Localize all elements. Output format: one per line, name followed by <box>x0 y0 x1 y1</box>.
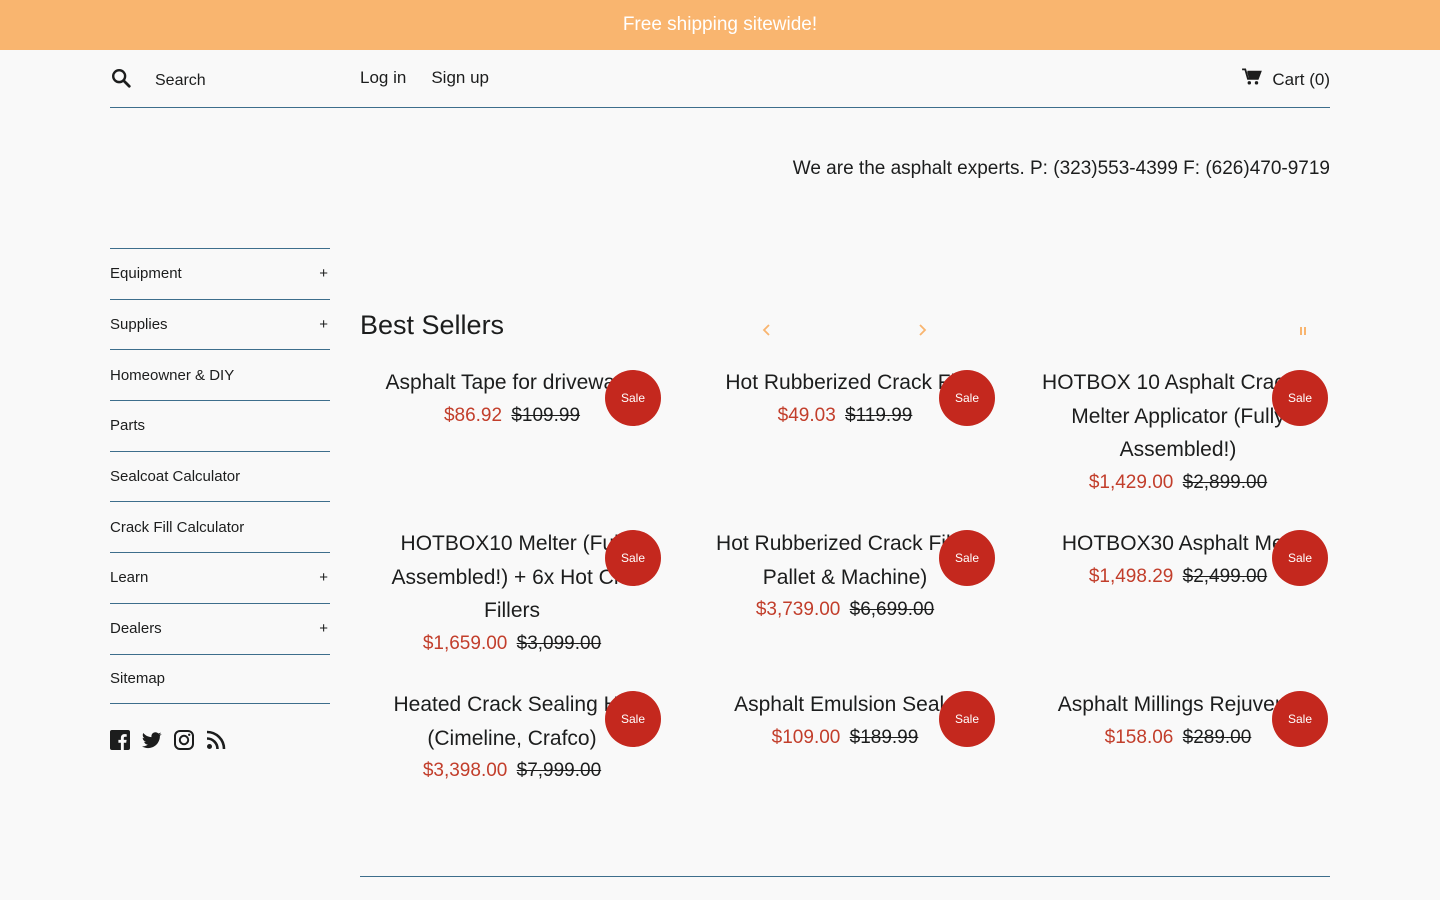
product-price: $1,659.00 $3,099.00 <box>362 628 662 660</box>
pause-icon[interactable] <box>1298 324 1308 336</box>
search-input[interactable] <box>155 71 335 90</box>
section-divider <box>360 876 1330 877</box>
product-price: $3,398.00 $7,999.00 <box>362 755 662 787</box>
original-price: $2,899.00 <box>1182 471 1268 493</box>
twitter-icon[interactable] <box>141 730 162 755</box>
expand-icon[interactable]: + <box>319 265 330 282</box>
sale-badge: Sale <box>1272 530 1328 586</box>
social-links <box>110 730 226 755</box>
original-price: $289.00 <box>1182 726 1252 748</box>
sidebar-item-parts[interactable]: Parts <box>110 400 330 451</box>
sale-badge: Sale <box>605 530 661 586</box>
site-header: Log in Sign up Cart (0) <box>110 50 1330 108</box>
sale-badge: Sale <box>1272 370 1328 426</box>
cart-link[interactable]: Cart (0) <box>1242 68 1330 91</box>
sidebar-item-dealers[interactable]: Dealers + <box>110 602 330 654</box>
sale-badge: Sale <box>939 370 995 426</box>
original-price: $189.99 <box>849 726 919 748</box>
original-price: $2,499.00 <box>1182 565 1268 587</box>
sidebar-item-label: Equipment <box>110 265 182 283</box>
search-icon[interactable] <box>110 67 132 94</box>
announcement-bar: Free shipping sitewide! <box>0 0 1440 50</box>
sale-badge: Sale <box>939 691 995 747</box>
sale-price: $49.03 <box>777 404 836 426</box>
store-tagline: We are the asphalt experts. P: (323)553-… <box>792 158 1330 179</box>
original-price: $7,999.00 <box>516 760 602 781</box>
search-form <box>110 67 335 94</box>
sale-price: $109.00 <box>771 726 841 748</box>
sidebar-item-equipment[interactable]: Equipment + <box>110 248 330 299</box>
cart-label: Cart (0) <box>1272 69 1330 89</box>
original-price: $119.99 <box>845 404 913 426</box>
sale-price: $1,429.00 <box>1088 471 1174 493</box>
expand-icon[interactable]: + <box>319 620 330 637</box>
expand-icon[interactable]: + <box>319 569 330 586</box>
login-link[interactable]: Log in <box>360 68 406 88</box>
rss-icon[interactable] <box>206 730 226 755</box>
cart-icon <box>1242 68 1263 91</box>
sidebar-item-label: Supplies <box>110 316 168 334</box>
chevron-right-icon[interactable] <box>915 322 929 338</box>
sidebar-item-label: Parts <box>110 417 146 435</box>
sidebar-item-crack-fill-calculator[interactable]: Crack Fill Calculator <box>110 501 330 552</box>
original-price: $6,699.00 <box>849 599 935 620</box>
sidebar-item-sitemap[interactable]: Sitemap <box>110 653 330 705</box>
sale-price: $3,398.00 <box>422 760 508 781</box>
facebook-icon[interactable] <box>110 730 130 755</box>
sidebar-item-sealcoat-calculator[interactable]: Sealcoat Calculator <box>110 450 330 502</box>
account-links: Log in Sign up <box>360 68 489 88</box>
announcement-text: Free shipping sitewide! <box>622 14 818 35</box>
sale-badge: Sale <box>939 530 995 586</box>
sidebar-item-learn[interactable]: Learn + <box>110 552 330 603</box>
sidebar-item-supplies[interactable]: Supplies + <box>110 298 330 350</box>
original-price: $109.99 <box>511 404 581 426</box>
sale-price: $86.92 <box>443 404 503 426</box>
sale-price: $158.06 <box>1104 726 1174 748</box>
instagram-icon[interactable] <box>174 730 194 755</box>
sidebar-item-label: Sealcoat Calculator <box>110 468 241 486</box>
sale-badge: Sale <box>1272 691 1328 747</box>
sidebar-nav: Equipment + Supplies + Homeowner & DIY P… <box>110 248 330 705</box>
signup-link[interactable]: Sign up <box>431 68 489 88</box>
sidebar-item-label: Crack Fill Calculator <box>110 518 245 536</box>
sidebar-item-label: Sitemap <box>110 670 166 688</box>
sale-badge: Sale <box>605 370 661 426</box>
original-price: $3,099.00 <box>516 632 602 654</box>
sidebar-item-label: Homeowner & DIY <box>110 366 235 384</box>
product-price: $3,739.00 $6,699.00 <box>695 594 995 626</box>
expand-icon[interactable]: + <box>319 316 330 333</box>
section-title: Best Sellers <box>360 310 505 340</box>
sale-price: $1,659.00 <box>422 632 508 654</box>
product-price: $1,429.00 $2,899.00 <box>1028 467 1328 499</box>
chevron-left-icon[interactable] <box>760 322 774 338</box>
sidebar-item-homeowner-diy[interactable]: Homeowner & DIY <box>110 349 330 400</box>
sale-price: $1,498.29 <box>1088 565 1174 587</box>
sale-price: $3,739.00 <box>755 599 841 620</box>
sidebar-item-label: Dealers <box>110 620 162 638</box>
sidebar-item-label: Learn <box>110 569 149 587</box>
sale-badge: Sale <box>605 691 661 747</box>
